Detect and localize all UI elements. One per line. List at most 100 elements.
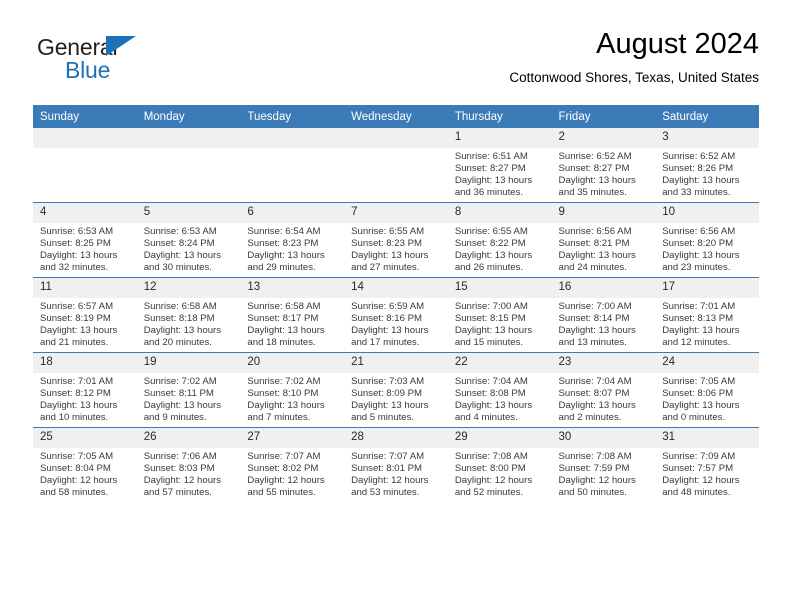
calendar-day-cell[interactable]: 13 Sunrise: 6:58 AM Sunset: 8:17 PM Dayligh… <box>240 277 345 353</box>
calendar-day-cell[interactable]: 9 Sunrise: 6:56 AM Sunset: 8:21 PM Daylight… <box>551 202 656 278</box>
calendar-day-cell[interactable]: 30 Sunrise: 7:08 AM Sunset: 7:59 PM Dayligh… <box>551 427 656 502</box>
sunrise-time: Sunrise: 7:05 AM <box>40 451 114 462</box>
day-number: 9 <box>551 203 656 223</box>
calendar-day-cell[interactable]: 1 Sunrise: 6:51 AM Sunset: 8:27 PM Daylight… <box>447 128 552 203</box>
calendar-day-cell-empty <box>344 128 448 203</box>
sunset-time: Sunset: 8:08 PM <box>454 388 526 400</box>
day-number: 3 <box>655 128 759 148</box>
daylight-duration-line-2: and 23 minutes. <box>662 262 731 274</box>
sunrise-time: Sunrise: 7:05 AM <box>662 376 736 387</box>
daylight-duration-line-1: Daylight: 13 hours <box>558 250 636 262</box>
calendar-day-cell-empty <box>33 128 137 203</box>
daylight-duration-line-1: Daylight: 12 hours <box>454 475 533 487</box>
day-number: 6 <box>240 203 345 223</box>
day-number: 26 <box>136 428 241 448</box>
sunset-time: Sunset: 8:01 PM <box>351 463 423 475</box>
calendar-day-cell[interactable]: 10 Sunrise: 6:56 AM Sunset: 8:20 PM Dayligh… <box>655 202 759 278</box>
calendar-day-cell[interactable]: 17 Sunrise: 7:01 AM Sunset: 8:13 PM Dayligh… <box>655 277 759 353</box>
day-details: Sunrise: 6:57 AM Sunset: 8:19 PM Daylight:… <box>33 298 137 349</box>
calendar-day-cell[interactable]: 5 Sunrise: 6:53 AM Sunset: 8:24 PM Daylight… <box>136 202 241 278</box>
day-number: 30 <box>551 428 656 448</box>
calendar-day-cell[interactable]: 2 Sunrise: 6:52 AM Sunset: 8:27 PM Daylight… <box>551 128 656 203</box>
calendar-day-cell[interactable]: 29 Sunrise: 7:08 AM Sunset: 8:00 PM Dayligh… <box>447 427 552 502</box>
sunrise-time: Sunrise: 7:09 AM <box>662 451 736 462</box>
calendar-day-cell[interactable]: 4 Sunrise: 6:53 AM Sunset: 8:25 PM Daylight… <box>33 202 137 278</box>
day-details: Sunrise: 6:55 AM Sunset: 8:23 PM Daylight:… <box>344 223 448 274</box>
calendar-day-cell[interactable]: 14 Sunrise: 6:59 AM Sunset: 8:16 PM Dayligh… <box>344 277 448 353</box>
calendar-day-cell[interactable]: 11 Sunrise: 6:57 AM Sunset: 8:19 PM Dayligh… <box>33 277 137 353</box>
calendar-day-cell[interactable]: 7 Sunrise: 6:55 AM Sunset: 8:23 PM Daylight… <box>344 202 448 278</box>
calendar-day-cell[interactable]: 6 Sunrise: 6:54 AM Sunset: 8:23 PM Daylight… <box>240 202 345 278</box>
day-details: Sunrise: 7:06 AM Sunset: 8:03 PM Daylight:… <box>137 448 241 499</box>
day-number: 23 <box>551 353 656 373</box>
calendar-day-cell[interactable]: 22 Sunrise: 7:04 AM Sunset: 8:08 PM Dayligh… <box>447 352 552 428</box>
calendar-day-cell[interactable]: 3 Sunrise: 6:52 AM Sunset: 8:26 PM Daylight… <box>655 128 759 203</box>
daylight-duration-line-1: Daylight: 13 hours <box>662 250 740 262</box>
daylight-duration-line-1: Daylight: 13 hours <box>143 325 222 337</box>
weekday-header-friday: Friday <box>551 105 656 128</box>
day-details: Sunrise: 6:54 AM Sunset: 8:23 PM Daylight:… <box>240 223 344 274</box>
day-details <box>240 148 344 151</box>
daylight-duration-line-2: and 35 minutes. <box>558 187 627 199</box>
day-details: Sunrise: 7:01 AM Sunset: 8:13 PM Daylight:… <box>655 298 759 349</box>
sunrise-time: Sunrise: 7:00 AM <box>454 301 528 312</box>
day-number: 31 <box>655 428 759 448</box>
day-number: 29 <box>447 428 552 448</box>
calendar-day-cell[interactable]: 31 Sunrise: 7:09 AM Sunset: 7:57 PM Dayligh… <box>655 427 759 502</box>
calendar-day-cell[interactable]: 12 Sunrise: 6:58 AM Sunset: 8:18 PM Dayligh… <box>136 277 241 353</box>
sunrise-time: Sunrise: 6:52 AM <box>662 151 736 162</box>
calendar-day-cell-empty <box>240 128 345 203</box>
sunset-time: Sunset: 8:07 PM <box>558 388 630 400</box>
daylight-duration-line-1: Daylight: 13 hours <box>558 400 636 412</box>
daylight-duration-line-1: Daylight: 13 hours <box>143 400 222 412</box>
day-number: 14 <box>344 278 448 298</box>
daylight-duration-line-1: Daylight: 13 hours <box>454 250 533 262</box>
daylight-duration-line-1: Daylight: 13 hours <box>247 250 325 262</box>
sunset-time: Sunset: 7:57 PM <box>662 463 734 475</box>
general-blue-logo[interactable]: General Blue <box>37 34 217 90</box>
sunrise-time: Sunrise: 6:55 AM <box>454 226 528 237</box>
day-number: 20 <box>240 353 345 373</box>
weekday-header-saturday: Saturday <box>655 105 759 128</box>
day-number <box>33 128 137 148</box>
calendar-day-cell[interactable]: 27 Sunrise: 7:07 AM Sunset: 8:02 PM Dayligh… <box>240 427 345 502</box>
day-details: Sunrise: 6:59 AM Sunset: 8:16 PM Daylight:… <box>344 298 448 349</box>
daylight-duration-line-2: and 33 minutes. <box>662 187 731 199</box>
day-details <box>33 148 137 151</box>
daylight-duration-line-2: and 32 minutes. <box>40 262 109 274</box>
calendar-day-cell-empty <box>136 128 241 203</box>
calendar-day-cell[interactable]: 28 Sunrise: 7:07 AM Sunset: 8:01 PM Dayligh… <box>344 427 448 502</box>
sunrise-time: Sunrise: 6:59 AM <box>351 301 425 312</box>
calendar-page: General Blue August 2024 Cottonwood Shor… <box>0 0 792 612</box>
day-details: Sunrise: 7:07 AM Sunset: 8:01 PM Daylight:… <box>344 448 448 499</box>
day-details: Sunrise: 7:02 AM Sunset: 8:11 PM Daylight:… <box>137 373 241 424</box>
calendar-day-cell[interactable]: 24 Sunrise: 7:05 AM Sunset: 8:06 PM Dayligh… <box>655 352 759 428</box>
sunrise-time: Sunrise: 6:52 AM <box>558 151 632 162</box>
calendar-day-cell[interactable]: 21 Sunrise: 7:03 AM Sunset: 8:09 PM Dayligh… <box>344 352 448 428</box>
daylight-duration-line-2: and 20 minutes. <box>143 337 212 349</box>
sunrise-time: Sunrise: 7:04 AM <box>454 376 528 387</box>
calendar-day-cell[interactable]: 16 Sunrise: 7:00 AM Sunset: 8:14 PM Dayligh… <box>551 277 656 353</box>
sunrise-time: Sunrise: 7:07 AM <box>351 451 425 462</box>
sunrise-time: Sunrise: 7:06 AM <box>143 451 217 462</box>
calendar-day-cell[interactable]: 19 Sunrise: 7:02 AM Sunset: 8:11 PM Dayligh… <box>136 352 241 428</box>
daylight-duration-line-1: Daylight: 13 hours <box>351 400 429 412</box>
calendar-day-cell[interactable]: 25 Sunrise: 7:05 AM Sunset: 8:04 PM Dayligh… <box>33 427 137 502</box>
day-number <box>240 128 345 148</box>
sunrise-time: Sunrise: 7:08 AM <box>558 451 632 462</box>
calendar-day-cell[interactable]: 26 Sunrise: 7:06 AM Sunset: 8:03 PM Dayligh… <box>136 427 241 502</box>
daylight-duration-line-1: Daylight: 13 hours <box>143 250 222 262</box>
day-number <box>136 128 241 148</box>
sunrise-time: Sunrise: 7:02 AM <box>247 376 321 387</box>
daylight-duration-line-1: Daylight: 13 hours <box>40 400 118 412</box>
calendar-day-cell[interactable]: 20 Sunrise: 7:02 AM Sunset: 8:10 PM Dayligh… <box>240 352 345 428</box>
day-details <box>137 148 241 151</box>
calendar-day-cell[interactable]: 18 Sunrise: 7:01 AM Sunset: 8:12 PM Dayligh… <box>33 352 137 428</box>
calendar-day-cell[interactable]: 15 Sunrise: 7:00 AM Sunset: 8:15 PM Dayligh… <box>447 277 552 353</box>
calendar-day-cell[interactable]: 23 Sunrise: 7:04 AM Sunset: 8:07 PM Dayligh… <box>551 352 656 428</box>
sunrise-time: Sunrise: 7:00 AM <box>558 301 632 312</box>
sunrise-time: Sunrise: 6:53 AM <box>40 226 114 237</box>
daylight-duration-line-1: Daylight: 12 hours <box>558 475 636 487</box>
calendar-week-row: 4 Sunrise: 6:53 AM Sunset: 8:25 PM Daylight… <box>33 202 759 278</box>
calendar-day-cell[interactable]: 8 Sunrise: 6:55 AM Sunset: 8:22 PM Daylight… <box>447 202 552 278</box>
